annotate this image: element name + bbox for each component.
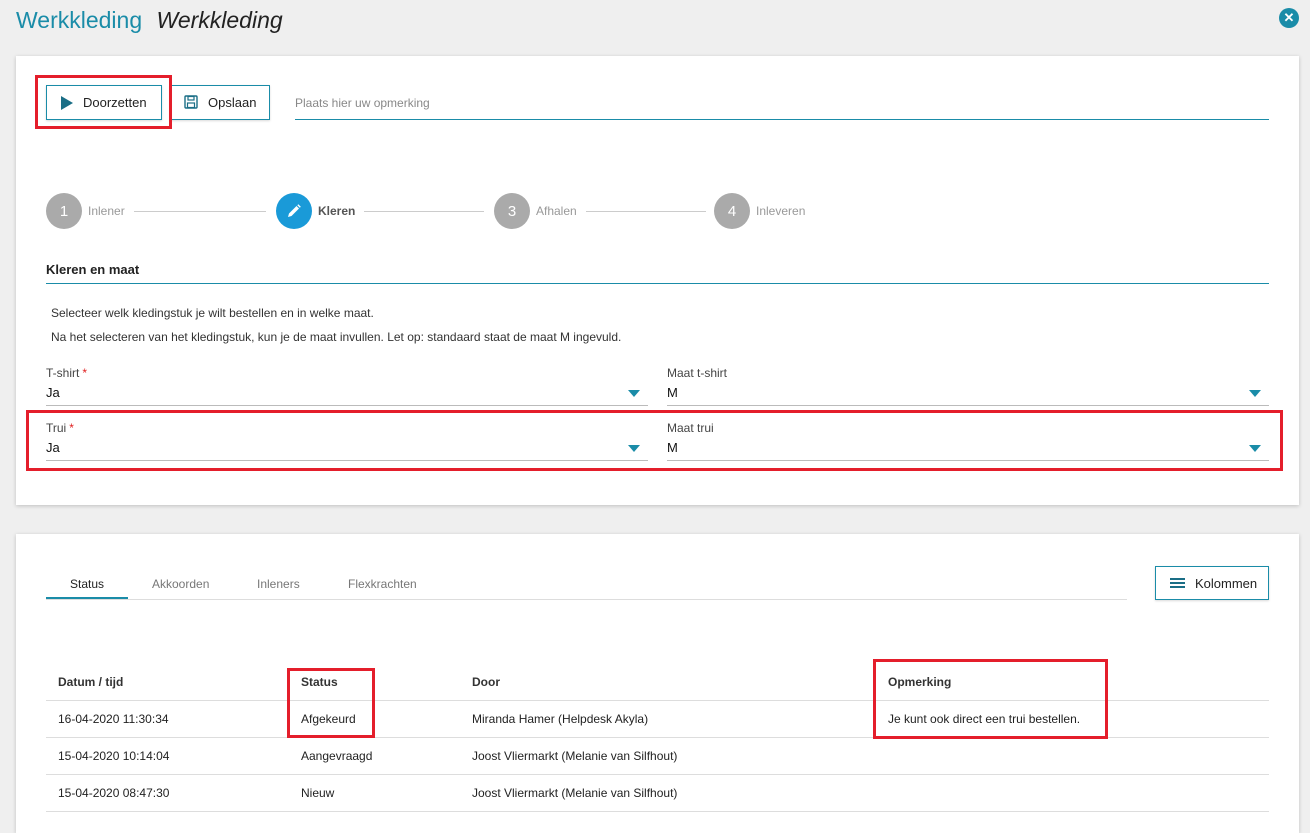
remark-input[interactable] (295, 86, 1269, 120)
floppy-disk-icon (184, 94, 198, 111)
step-inleveren[interactable]: 4 Inleveren (714, 193, 805, 229)
tshirt-label: T-shirt * (46, 366, 88, 380)
cell-datum: 16-04-2020 11:30:34 (46, 700, 287, 738)
pencil-icon (276, 193, 312, 229)
maat-tshirt-label: Maat t-shirt (667, 366, 728, 380)
tab-akkoorden[interactable]: Akkoorden (152, 577, 209, 591)
kolommen-label: Kolommen (1195, 575, 1258, 591)
cell-status: Afgekeurd (287, 700, 472, 738)
tab-status[interactable]: Status (70, 577, 104, 591)
column-header-door[interactable]: Door (472, 664, 888, 701)
cell-opmerking (888, 774, 1269, 812)
step-label: Inleveren (756, 204, 806, 218)
maat-tshirt-select[interactable]: Maat t-shirt M (667, 366, 1269, 406)
cell-door: Miranda Hamer (Helpdesk Akyla) (472, 700, 888, 738)
maat-trui-value: M (667, 440, 678, 455)
maat-trui-label: Maat trui (667, 421, 714, 435)
table-row[interactable]: 16-04-2020 11:30:34 Afgekeurd Miranda Ha… (46, 700, 1269, 738)
maat-trui-select[interactable]: Maat trui M (667, 421, 1269, 461)
active-tab-indicator (46, 597, 128, 599)
request-card: Doorzetten Opslaan 1 Inlener Kleren 3 Af… (16, 56, 1299, 505)
cell-opmerking (888, 737, 1269, 775)
step-connector (134, 211, 266, 212)
page-title: Werkkleding (156, 7, 283, 33)
step-afhalen[interactable]: 3 Afhalen (494, 193, 577, 229)
trui-label: Trui * (46, 421, 74, 435)
tshirt-value: Ja (46, 385, 60, 400)
step-connector (364, 211, 484, 212)
table-row[interactable]: 15-04-2020 10:14:04 Aangevraagd Joost Vl… (46, 737, 1269, 775)
history-tabs: Status Akkoorden Inleners Flexkrachten (46, 574, 1127, 600)
caret-down-icon (1249, 390, 1261, 397)
history-table: Datum / tijd Status Door Opmerking 16-04… (46, 664, 1269, 812)
cell-datum: 15-04-2020 08:47:30 (46, 774, 287, 812)
step-label: Inlener (88, 204, 125, 218)
step-number: 4 (714, 193, 750, 229)
section-divider (46, 283, 1269, 284)
maat-tshirt-value: M (667, 385, 678, 400)
caret-down-icon (628, 445, 640, 452)
section-title: Kleren en maat (46, 262, 140, 277)
step-inlener[interactable]: 1 Inlener (46, 193, 125, 229)
page-header: Werkkleding Werkkleding (16, 6, 283, 34)
column-header-status[interactable]: Status (287, 664, 472, 701)
play-icon (61, 95, 73, 110)
kolommen-button[interactable]: Kolommen (1155, 566, 1269, 600)
opslaan-button[interactable]: Opslaan (170, 85, 270, 120)
trui-select[interactable]: Trui * Ja (46, 421, 648, 461)
cell-opmerking: Je kunt ook direct een trui bestellen. (888, 700, 1269, 738)
tshirt-select[interactable]: T-shirt * Ja (46, 366, 648, 406)
step-number: 3 (494, 193, 530, 229)
app-title: Werkkleding (16, 7, 143, 33)
history-card: Status Akkoorden Inleners Flexkrachten K… (16, 534, 1299, 833)
column-header-opmerking[interactable]: Opmerking (888, 664, 1269, 701)
step-connector (586, 211, 706, 212)
cell-datum: 15-04-2020 10:14:04 (46, 737, 287, 775)
doorzetten-label: Doorzetten (83, 95, 147, 110)
close-icon[interactable]: ✕ (1279, 8, 1299, 28)
intro-text: Na het selecteren van het kledingstuk, k… (51, 330, 622, 344)
opslaan-label: Opslaan (208, 95, 257, 110)
column-header-datum[interactable]: Datum / tijd (46, 664, 287, 701)
tab-flexkrachten[interactable]: Flexkrachten (348, 577, 417, 591)
cell-status: Nieuw (287, 774, 472, 812)
cell-door: Joost Vliermarkt (Melanie van Silfhout) (472, 737, 888, 775)
progress-stepper: 1 Inlener Kleren 3 Afhalen 4 Inleveren (46, 193, 1146, 229)
step-label: Afhalen (536, 204, 577, 218)
cell-status: Aangevraagd (287, 737, 472, 775)
caret-down-icon (628, 390, 640, 397)
doorzetten-button[interactable]: Doorzetten (46, 85, 162, 120)
cell-door: Joost Vliermarkt (Melanie van Silfhout) (472, 774, 888, 812)
step-label: Kleren (318, 204, 356, 218)
step-kleren[interactable]: Kleren (276, 193, 355, 229)
trui-value: Ja (46, 440, 60, 455)
caret-down-icon (1249, 445, 1261, 452)
tab-inleners[interactable]: Inleners (257, 577, 300, 591)
table-header-row: Datum / tijd Status Door Opmerking (46, 664, 1269, 701)
table-row[interactable]: 15-04-2020 08:47:30 Nieuw Joost Vliermar… (46, 774, 1269, 812)
step-number: 1 (46, 193, 82, 229)
list-icon (1170, 576, 1185, 590)
intro-text: Selecteer welk kledingstuk je wilt beste… (51, 306, 374, 320)
